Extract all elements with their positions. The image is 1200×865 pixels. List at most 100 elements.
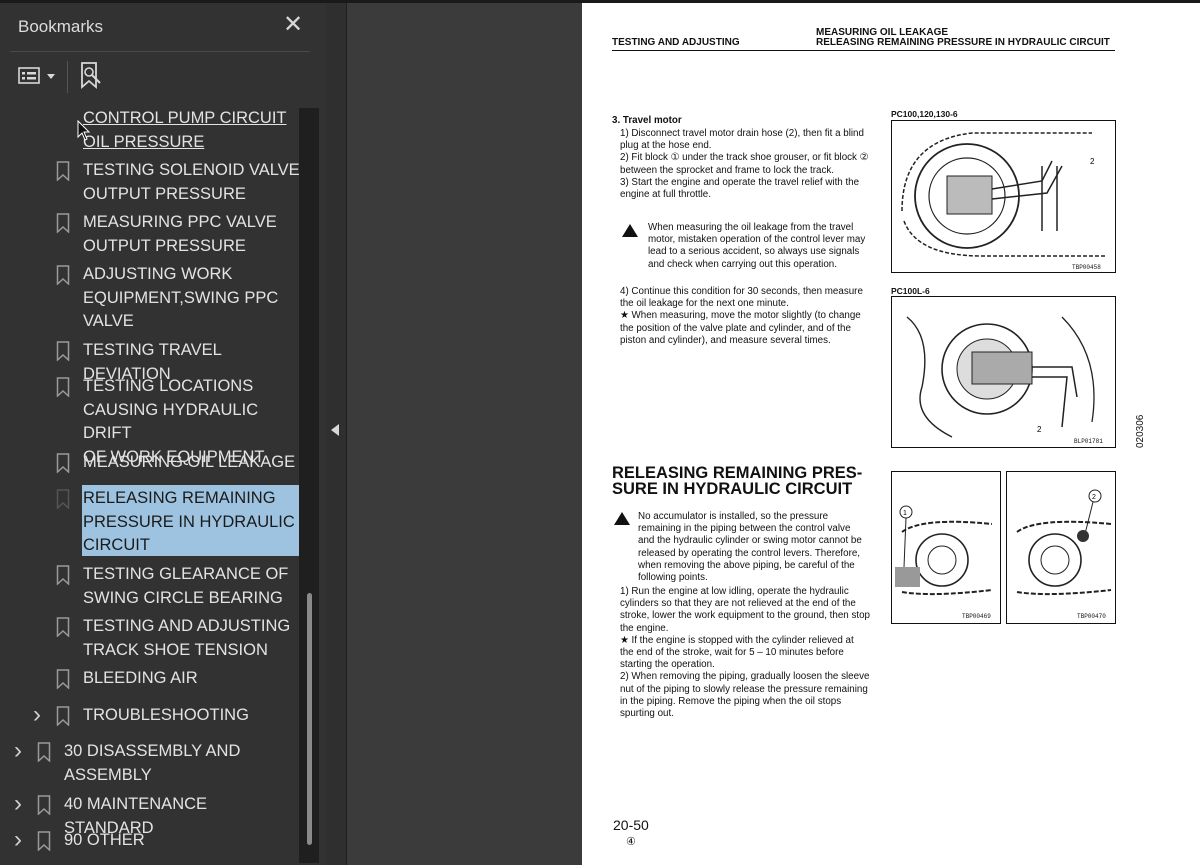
bookmark-label-line: CAUSING HYDRAULIC DRIFT: [83, 400, 259, 443]
list-options-icon: [18, 67, 55, 84]
header-right-line2: RELEASING REMAINING PRESSURE IN HYDRAULI…: [816, 37, 1110, 48]
figure-code: BLP01781: [1074, 438, 1103, 445]
bookmark-label-line: MEASURING OIL LEAKAGE: [83, 453, 296, 471]
chevron-right-icon[interactable]: ›: [33, 703, 41, 727]
chevron-right-icon[interactable]: ›: [14, 828, 22, 852]
step: ★ When measuring, move the motor slightl…: [620, 310, 861, 346]
bookmark-icon: [56, 453, 70, 473]
bookmark-icon: [37, 742, 51, 762]
divider: [10, 51, 310, 52]
bookmark-label-line: PRESSURE IN HYDRAULIC: [83, 512, 295, 531]
figure-code: TBP00470: [1077, 613, 1106, 620]
bookmark-label: TESTING AND ADJUSTING TRACK SHOE TENSION: [83, 615, 290, 662]
page-number: 20-50: [613, 817, 649, 833]
travel-motor-l-drawing: 2: [906, 316, 1095, 438]
step: 3) Start the engine and operate the trav…: [620, 176, 860, 201]
bookmark-icon: [56, 161, 70, 181]
warning-icon: [622, 224, 638, 241]
page-revision: ④: [626, 836, 636, 848]
travel-steps-b: 4) Continue this condition for 30 second…: [612, 286, 870, 347]
bookmark-label-line: EQUIPMENT,SWING PPC: [83, 288, 279, 307]
figure-caption: PC100,120,130-6: [891, 109, 958, 119]
bookmark-label-line: OIL PRESSURE: [83, 132, 205, 151]
bookmark-label-line: TESTING LOCATIONS: [83, 377, 254, 395]
bookmark-icon: [37, 795, 51, 815]
step: 1) Run the engine at low idling, operate…: [620, 586, 870, 634]
warning-note: When measuring the oil leakage from the …: [622, 222, 868, 271]
header-rule: [612, 50, 1115, 51]
bookmark-label-line: BLEEDING AIR: [83, 669, 198, 687]
bookmark-label: TESTING GLEARANCE OF SWING CIRCLE BEARING: [83, 563, 288, 610]
bookmark-label: ADJUSTING WORK EQUIPMENT,SWING PPC VALVE: [83, 263, 278, 334]
svg-text:2: 2: [1092, 494, 1096, 501]
travel-steps: 1) Disconnect travel motor drain hose (2…: [612, 128, 870, 201]
chevron-right-icon[interactable]: ›: [14, 792, 22, 816]
chevron-right-icon[interactable]: ›: [14, 739, 22, 763]
section-heading: RELEASING REMAINING PRES- SURE IN HYDRAU…: [612, 464, 882, 498]
close-icon[interactable]: ✕: [283, 13, 303, 37]
release-steps: 1) Run the engine at low idling, operate…: [612, 586, 870, 720]
bookmark-label-line: ASSEMBLY: [64, 765, 152, 784]
bookmark-label: MEASURING OIL LEAKAGE: [83, 451, 295, 475]
bookmark-label: 30 DISASSEMBLY AND ASSEMBLY: [64, 740, 240, 787]
find-bookmark-button[interactable]: [78, 61, 106, 91]
warning-text: No accumulator is installed, so the pres…: [638, 511, 862, 584]
bookmark-label-line: RELEASING REMAINING: [83, 489, 276, 507]
bookmark-label-line: TROUBLESHOOTING: [83, 706, 249, 724]
find-bookmark-icon: [81, 62, 101, 89]
options-menu-button[interactable]: [18, 63, 60, 89]
bookmark-icon: [56, 565, 70, 585]
figure-code: TBP00469: [962, 613, 991, 620]
scrollbar-thumb[interactable]: [307, 593, 312, 845]
bookmark-icon: [37, 831, 51, 851]
page-side-code: 020306: [1135, 414, 1146, 448]
bookmark-label-line: 30 DISASSEMBLY AND: [64, 742, 241, 760]
figure-travel-motor-pc100l: 2 BLP01781: [891, 296, 1116, 448]
release-warning: No accumulator is installed, so the pres…: [614, 511, 868, 584]
step: 2) Fit block ① under the track shoe grou…: [620, 152, 869, 176]
warning-text: When measuring the oil leakage from the …: [648, 222, 866, 270]
bookmark-label: RELEASING REMAINING PRESSURE IN HYDRAULIC…: [83, 487, 295, 558]
travel-motor-drawing: 2: [901, 132, 1107, 257]
bookmark-icon: [56, 213, 70, 233]
panel-title: Bookmarks: [18, 17, 104, 36]
bookmark-icon: [56, 489, 70, 509]
bookmark-label-line: TRACK SHOE TENSION: [83, 640, 268, 659]
svg-text:2: 2: [1090, 157, 1095, 166]
sprocket-block-drawing: 2: [1016, 489, 1112, 596]
bookmark-label-line: CONTROL PUMP CIRCUIT: [83, 109, 287, 127]
figure-caption: PC100L-6: [891, 286, 930, 296]
bookmark-icon: [56, 617, 70, 637]
figure-block-under-shoe: 1 TBP00469: [891, 471, 1001, 624]
step: ★ If the engine is stopped with the cyli…: [620, 634, 854, 671]
figure-block-at-sprocket: 2 TBP00470: [1006, 471, 1116, 624]
header-left: TESTING AND ADJUSTING: [612, 37, 740, 48]
bookmark-icon: [56, 669, 70, 689]
svg-text:1: 1: [903, 510, 907, 517]
bookmarks-panel: Bookmarks ✕ CONTROL PUMP CIRCUIT OIL PRES…: [0, 3, 326, 865]
bookmark-label-line: 90 OTHER: [64, 831, 145, 849]
figure-travel-motor-pc100: 2 TBP00458: [891, 120, 1116, 273]
collapse-panel-icon[interactable]: [331, 424, 339, 436]
bookmark-label-line: TESTING GLEARANCE OF: [83, 565, 289, 583]
heading-line: SURE IN HYDRAULIC CIRCUIT: [612, 480, 853, 498]
bookmark-icon: [56, 377, 70, 397]
bookmark-label-line: OUTPUT PRESSURE: [83, 184, 246, 203]
step: 2) When removing the piping, gradually l…: [620, 671, 870, 720]
bookmark-label-line: SWING CIRCLE BEARING: [83, 588, 283, 607]
mouse-cursor-icon: [77, 120, 91, 141]
document-page: TESTING AND ADJUSTING MEASURING OIL LEAK…: [582, 3, 1200, 865]
svg-text:2: 2: [1037, 425, 1042, 434]
heading-line: RELEASING REMAINING PRES-: [612, 464, 863, 482]
bookmark-label-line: ADJUSTING WORK: [83, 265, 233, 283]
bookmark-tree: CONTROL PUMP CIRCUIT OIL PRESSURE TESTING …: [0, 103, 300, 863]
bookmark-label-line: MEASURING PPC VALVE: [83, 213, 277, 231]
track-block-drawing: 1: [895, 505, 993, 596]
bookmark-label-line: VALVE: [83, 312, 134, 330]
bookmark-label-line: TESTING AND ADJUSTING: [83, 617, 291, 635]
bookmark-label: 90 OTHER: [64, 829, 145, 853]
bookmark-label-line: TESTING SOLENOID VALVE: [83, 161, 300, 179]
step: 1) Disconnect travel motor drain hose (2…: [620, 128, 864, 152]
bookmark-label: TESTING SOLENOID VALVE OUTPUT PRESSURE: [83, 159, 300, 206]
bookmark-label: CONTROL PUMP CIRCUIT OIL PRESSURE: [83, 107, 287, 154]
